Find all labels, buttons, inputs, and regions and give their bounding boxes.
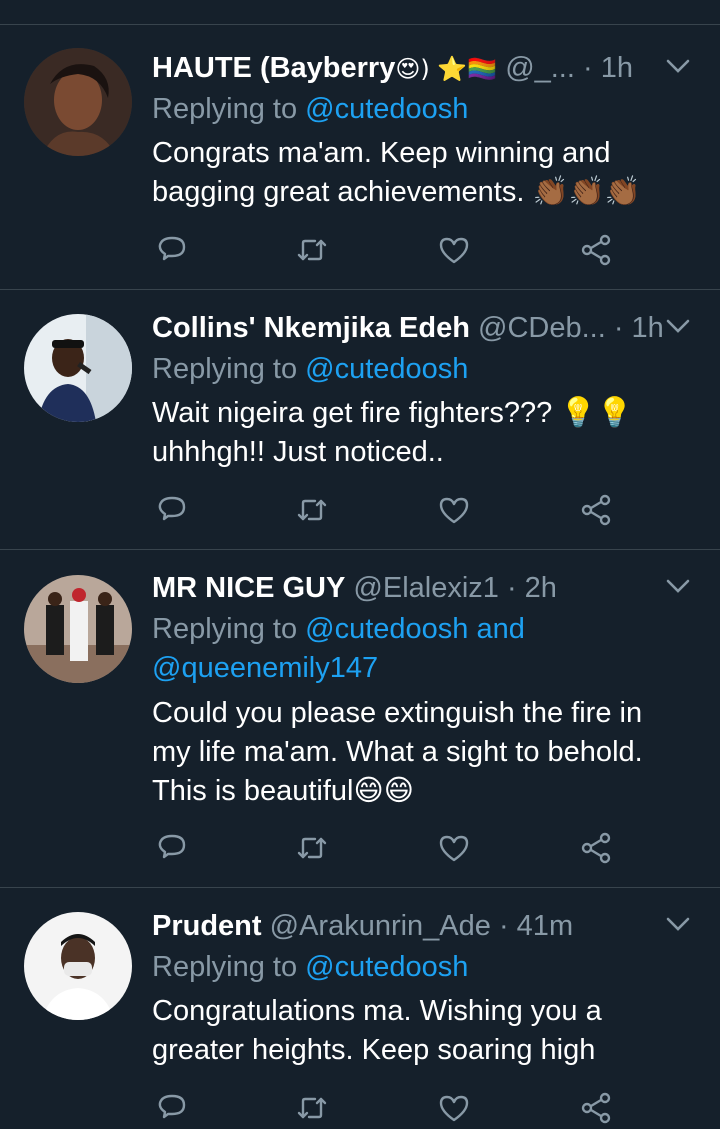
handle[interactable]: @_...: [505, 52, 575, 84]
top-divider: [0, 24, 720, 25]
mention-link[interactable]: @cutedoosh: [305, 951, 468, 983]
tweet-actions: [152, 230, 632, 270]
mention-link[interactable]: @cutedoosh and: [305, 613, 525, 645]
heart-icon[interactable]: [434, 828, 474, 868]
heart-icon[interactable]: [434, 230, 474, 270]
timestamp[interactable]: · 2h: [507, 572, 557, 604]
tweet-actions: [152, 828, 632, 868]
divider: [0, 289, 720, 290]
tweet-text-line: Wait nigeira get fire fighters??? 💡💡: [152, 397, 633, 429]
handle[interactable]: @Arakunrin_Ade: [270, 910, 491, 942]
reply-icon[interactable]: [152, 490, 192, 530]
timestamp[interactable]: · 1h: [614, 312, 662, 344]
share-icon[interactable]: [576, 230, 616, 270]
replying-prefix: Replying to: [152, 613, 306, 645]
replying-prefix: Replying to: [152, 353, 306, 385]
share-icon[interactable]: [576, 828, 616, 868]
tweet-text-line: Congrats ma'am. Keep winning and: [152, 137, 611, 169]
handle[interactable]: @CDeb...: [478, 312, 606, 344]
share-icon[interactable]: [576, 1088, 616, 1128]
tweet-text-line: bagging great achievements. 👏🏾👏🏾👏🏾: [152, 176, 641, 208]
replying-prefix: Replying to: [152, 951, 306, 983]
replying-to: Replying to @cutedoosh: [152, 948, 692, 987]
replying-to: Replying to @cutedoosh: [152, 90, 692, 129]
avatar[interactable]: [24, 912, 132, 1020]
tweet-text-line: Congratulations ma. Wishing you a: [152, 995, 602, 1027]
tweet-text-line: greater heights. Keep soaring high: [152, 1034, 596, 1066]
tweet-text-line: uhhhgh!! Just noticed..: [152, 436, 444, 468]
tweet-text-line: Could you please extinguish the fire in: [152, 697, 643, 729]
tweet-text: Wait nigeira get fire fighters??? 💡💡 uhh…: [152, 394, 692, 472]
display-name[interactable]: Prudent: [152, 910, 262, 942]
tweet-header: Prudent @Arakunrin_Ade · 41m: [152, 906, 662, 946]
tweet-text: Congratulations ma. Wishing you a greate…: [152, 992, 692, 1070]
retweet-icon[interactable]: [292, 490, 332, 530]
mention-link[interactable]: @cutedoosh: [305, 353, 468, 385]
replying-to: Replying to @cutedoosh: [152, 350, 692, 389]
name-emoji: 😍) ⭐🏳‍🌈: [395, 55, 498, 83]
share-icon[interactable]: [576, 490, 616, 530]
display-name[interactable]: MR NICE GUY: [152, 572, 345, 604]
tweet-actions: [152, 490, 632, 530]
chevron-down-icon[interactable]: [664, 56, 696, 80]
timestamp[interactable]: · 1h: [583, 52, 633, 84]
reply-icon[interactable]: [152, 828, 192, 868]
chevron-down-icon[interactable]: [664, 576, 696, 600]
handle[interactable]: @Elalexiz1: [353, 572, 499, 604]
tweet-text-line: This is beautiful😄😄: [152, 775, 414, 807]
mention-link[interactable]: @cutedoosh: [305, 93, 468, 125]
avatar[interactable]: [24, 575, 132, 683]
tweet-actions: [152, 1088, 632, 1128]
retweet-icon[interactable]: [292, 230, 332, 270]
tweet-text-line: my life ma'am. What a sight to behold.: [152, 736, 643, 768]
chevron-down-icon[interactable]: [664, 316, 696, 340]
heart-icon[interactable]: [434, 490, 474, 530]
divider: [0, 887, 720, 888]
heart-icon[interactable]: [434, 1088, 474, 1128]
replying-to: Replying to @cutedoosh and @queenemily14…: [152, 610, 692, 688]
tweet-text: Could you please extinguish the fire in …: [152, 694, 692, 811]
avatar[interactable]: [24, 314, 132, 422]
avatar[interactable]: [24, 48, 132, 156]
display-name[interactable]: Collins' Nkemjika Edeh: [152, 312, 470, 344]
replying-prefix: Replying to: [152, 93, 306, 125]
reply-icon[interactable]: [152, 1088, 192, 1128]
tweet-header: Collins' Nkemjika Edeh @CDeb... · 1h: [152, 308, 662, 348]
tweet-header: MR NICE GUY @Elalexiz1 · 2h: [152, 568, 662, 608]
reply-icon[interactable]: [152, 230, 192, 270]
retweet-icon[interactable]: [292, 1088, 332, 1128]
timestamp[interactable]: · 41m: [499, 910, 573, 942]
chevron-down-icon[interactable]: [664, 914, 696, 938]
tweet-text: Congrats ma'am. Keep winning and bagging…: [152, 134, 692, 212]
divider: [0, 549, 720, 550]
retweet-icon[interactable]: [292, 828, 332, 868]
display-name[interactable]: HAUTE (Bayberry: [152, 52, 395, 84]
tweet-header: HAUTE (Bayberry😍) ⭐🏳‍🌈 @_... · 1h: [152, 48, 662, 88]
mention-link[interactable]: @queenemily147: [152, 649, 692, 688]
